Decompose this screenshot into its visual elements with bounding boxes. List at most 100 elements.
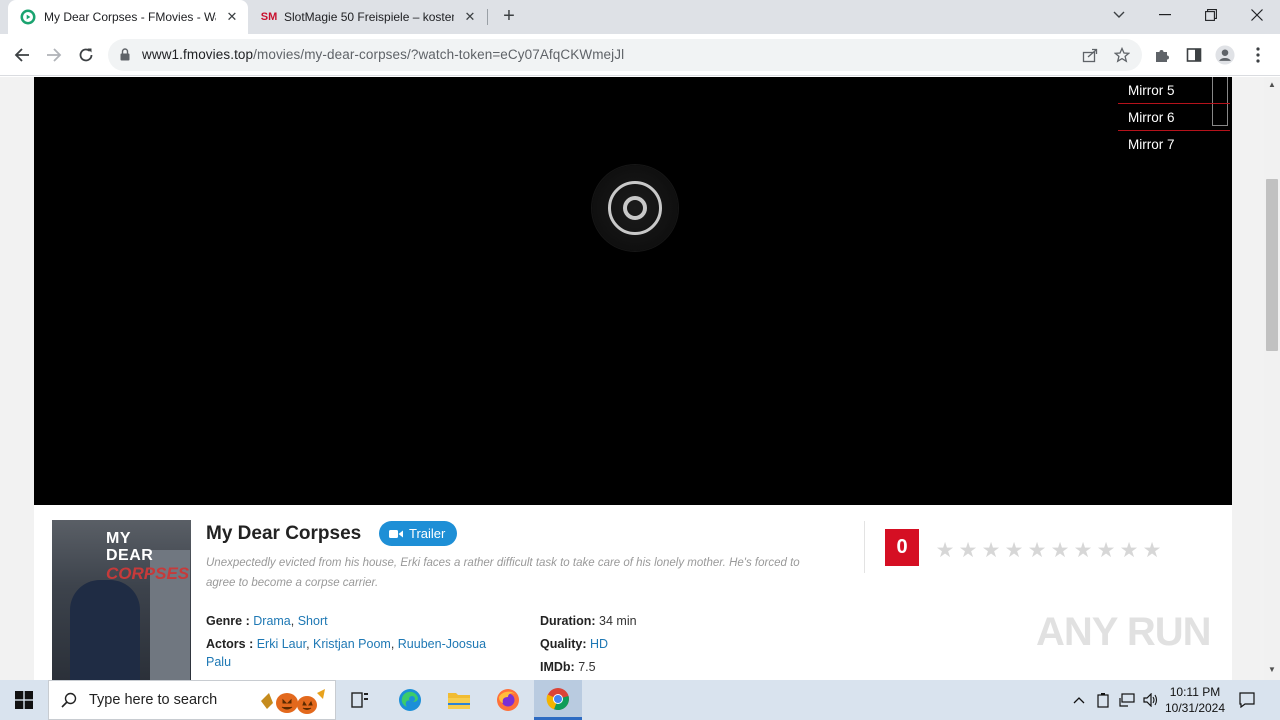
poster-figure-shape	[70, 580, 140, 680]
actor-link[interactable]: Kristjan Poom	[313, 637, 391, 651]
quality-link[interactable]: HD	[590, 637, 608, 651]
genre-link[interactable]: Drama	[253, 614, 291, 628]
rating-star-icon[interactable]: ★	[957, 540, 979, 563]
scroll-down-arrow-icon[interactable]: ▼	[1268, 665, 1276, 674]
actor-link[interactable]: Erki Laur	[257, 637, 306, 651]
spinner-dot	[623, 196, 647, 220]
firefox-icon[interactable]	[484, 680, 532, 720]
task-view-icon[interactable]	[336, 680, 384, 720]
score-badge: 0	[885, 529, 919, 566]
info-divider	[864, 521, 865, 573]
file-explorer-icon[interactable]	[435, 680, 483, 720]
search-placeholder: Type here to search	[89, 692, 218, 708]
close-window-icon[interactable]	[1234, 0, 1280, 30]
movie-poster[interactable]: MY DEAR CORPSES	[52, 520, 191, 680]
rating-star-icon[interactable]: ★	[1003, 540, 1025, 563]
poster-title-line: MY DEAR	[106, 530, 154, 564]
windows-start-icon[interactable]	[0, 680, 48, 720]
windows-taskbar: Type here to search 10:11 PM 10/31/2024	[0, 680, 1280, 720]
genre-link[interactable]: Short	[298, 614, 328, 628]
restore-icon[interactable]	[1188, 0, 1234, 30]
rating-star-icon[interactable]: ★	[1118, 540, 1140, 563]
rating-star-icon[interactable]: ★	[980, 540, 1002, 563]
video-camera-icon	[389, 529, 403, 538]
duration-value: 34 min	[599, 614, 637, 628]
rating-star-icon[interactable]: ★	[934, 540, 956, 563]
edge-browser-icon[interactable]	[386, 680, 434, 720]
halloween-pumpkins-icon	[259, 687, 329, 715]
profile-avatar-icon[interactable]	[1215, 45, 1235, 65]
movie-title: My Dear Corpses	[206, 523, 362, 544]
genre-row: Genre : Drama, Short	[206, 614, 328, 628]
mirror-item[interactable]: Mirror 7	[1118, 131, 1230, 158]
duration-label: Duration:	[540, 614, 596, 628]
page-scrollbar[interactable]: ▲ ▼	[1264, 77, 1280, 680]
trailer-label: Trailer	[409, 526, 446, 541]
notifications-icon[interactable]	[1236, 680, 1258, 720]
tab-title: My Dear Corpses - FMovies - Watch	[44, 10, 216, 24]
tab-search-chevron-icon[interactable]	[1096, 0, 1142, 30]
volume-icon[interactable]	[1140, 680, 1162, 720]
anyrun-watermark: ANY RUN	[1036, 610, 1212, 654]
side-panel-icon[interactable]	[1184, 45, 1204, 65]
forward-arrow-icon[interactable]	[42, 43, 66, 67]
rating-stars: ★ ★ ★ ★ ★ ★ ★ ★ ★ ★	[934, 540, 1163, 563]
fmovies-play-icon	[20, 9, 36, 25]
network-icon[interactable]	[1116, 680, 1138, 720]
share-icon[interactable]	[1080, 45, 1100, 65]
tab-fmovies[interactable]: My Dear Corpses - FMovies - Watch ✕	[8, 0, 248, 34]
slotmagie-favicon: SM	[260, 11, 278, 23]
close-tab-icon[interactable]: ✕	[224, 9, 240, 25]
tab-slotmagie[interactable]: SM SlotMagie 50 Freispiele – kostenlos ✕	[250, 0, 486, 34]
quality-label: Quality:	[540, 637, 587, 651]
tray-overflow-chevron-icon[interactable]	[1068, 680, 1090, 720]
movie-info-panel: MY DEAR CORPSES My Dear Corpses Trailer U…	[34, 505, 1232, 680]
extensions-puzzle-icon[interactable]	[1152, 45, 1172, 65]
reload-icon[interactable]	[74, 43, 98, 67]
rating-star-icon[interactable]: ★	[1141, 540, 1163, 563]
tab-divider	[487, 9, 488, 25]
mirror-list: Mirror 5 Mirror 6 Mirror 7	[1118, 77, 1230, 158]
imdb-row: IMDb: 7.5	[540, 658, 596, 676]
mirror-item[interactable]: Mirror 6	[1118, 104, 1230, 131]
mirror-item[interactable]: Mirror 5	[1118, 77, 1230, 104]
minimize-icon[interactable]	[1142, 0, 1188, 30]
new-tab-icon[interactable]: +	[498, 6, 520, 27]
chrome-icon[interactable]	[534, 680, 582, 720]
video-player[interactable]: Mirror 5 Mirror 6 Mirror 7	[34, 77, 1232, 505]
lock-icon	[120, 48, 130, 66]
movie-description: Unexpectedly evicted from his house, Erk…	[206, 557, 800, 589]
genre-label: Genre :	[206, 614, 250, 628]
quality-row: Quality: HD	[540, 635, 608, 653]
url-path: /movies/my-dear-corpses/?watch-token=eCy…	[253, 47, 625, 62]
url-text: www1.fmovies.top/movies/my-dear-corpses/…	[142, 47, 624, 62]
actors-label: Actors :	[206, 637, 254, 651]
clock-time: 10:11 PM	[1169, 685, 1221, 699]
rating-star-icon[interactable]: ★	[1072, 540, 1094, 563]
rating-star-icon[interactable]: ★	[1095, 540, 1117, 563]
back-arrow-icon[interactable]	[10, 43, 34, 67]
scroll-up-arrow-icon[interactable]: ▲	[1268, 80, 1276, 89]
imdb-value: 7.5	[578, 660, 596, 674]
trailer-button[interactable]: Trailer	[379, 521, 458, 546]
url-host: www1.fmovies.top	[142, 47, 254, 62]
actors-row: Actors : Erki Laur, Kristjan Poom, Ruube…	[206, 637, 487, 669]
address-bar[interactable]: www1.fmovies.top/movies/my-dear-corpses/…	[108, 39, 1142, 71]
duration-row: Duration: 34 min	[540, 612, 637, 630]
page-viewport: Mirror 5 Mirror 6 Mirror 7 MY DEAR CORPSE…	[0, 77, 1264, 680]
loading-spinner-icon	[592, 165, 678, 251]
poster-title-line: CORPSES	[106, 564, 190, 583]
rating-star-icon[interactable]: ★	[1026, 540, 1048, 563]
imdb-label: IMDb:	[540, 660, 575, 674]
tab-title: SlotMagie 50 Freispiele – kostenlos	[284, 10, 454, 24]
clock-date: 10/31/2024	[1164, 701, 1226, 715]
browser-toolbar: www1.fmovies.top/movies/my-dear-corpses/…	[0, 34, 1280, 76]
bookmark-star-icon[interactable]	[1112, 45, 1132, 65]
rating-star-icon[interactable]: ★	[1049, 540, 1071, 563]
taskbar-clock[interactable]: 10:11 PM 10/31/2024	[1160, 684, 1230, 716]
battery-icon[interactable]	[1092, 680, 1114, 720]
close-tab-icon[interactable]: ✕	[462, 9, 478, 25]
scrollbar-thumb[interactable]	[1266, 179, 1278, 351]
taskbar-search-box[interactable]: Type here to search	[48, 680, 336, 720]
more-menu-icon[interactable]	[1248, 45, 1268, 65]
